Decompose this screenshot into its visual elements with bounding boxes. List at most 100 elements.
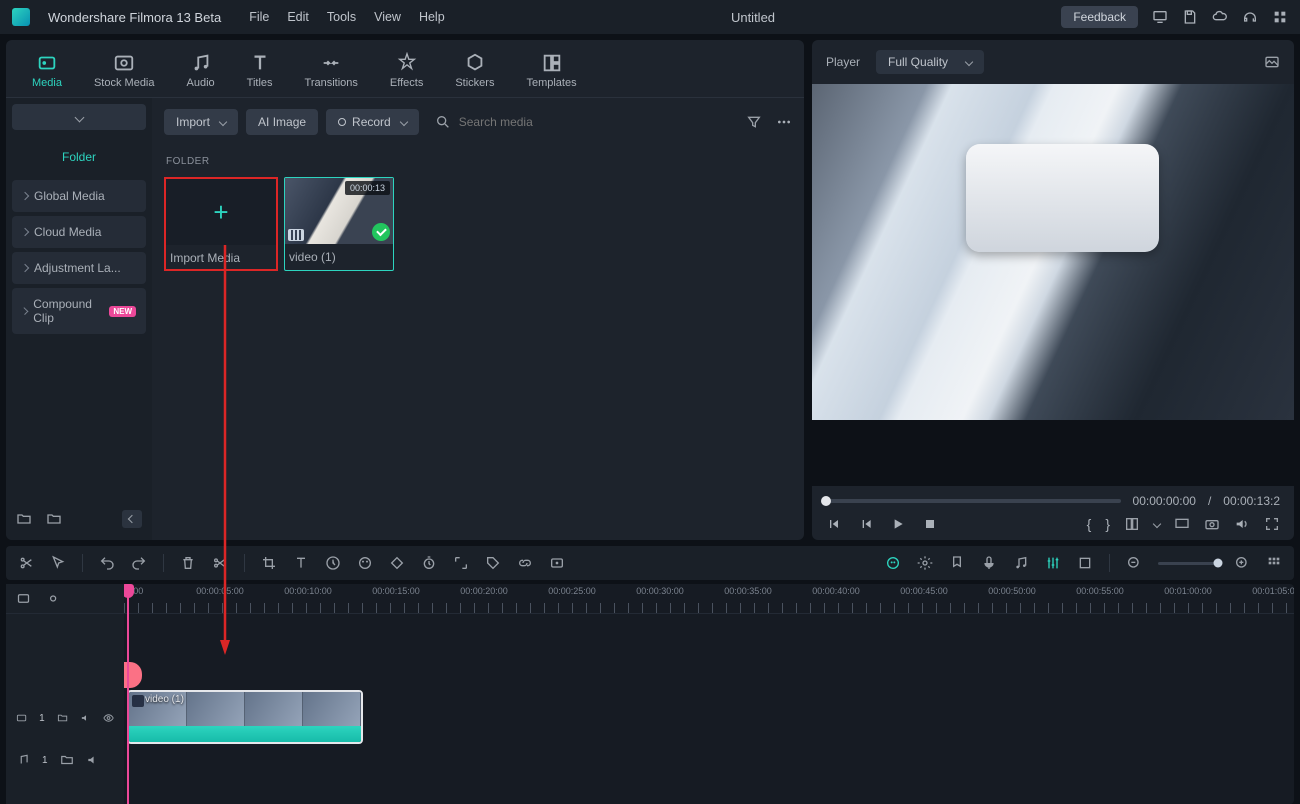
split-icon[interactable] [212, 555, 228, 571]
folder-track-icon[interactable] [60, 753, 74, 767]
stop-icon[interactable] [922, 516, 938, 532]
mixer-icon[interactable] [1045, 555, 1061, 571]
tab-audio[interactable]: Audio [175, 48, 227, 97]
eye-track-icon[interactable] [103, 711, 114, 725]
music-note-icon[interactable] [1013, 555, 1029, 571]
search-input[interactable] [459, 115, 619, 129]
collapse-sidebar-icon[interactable] [122, 510, 142, 528]
video-thumbnail-tile[interactable]: 00:00:13 video (1) [284, 177, 394, 271]
tab-transitions[interactable]: Transitions [293, 48, 370, 97]
new-badge: NEW [109, 306, 136, 317]
menu-file[interactable]: File [249, 10, 269, 24]
tab-templates[interactable]: Templates [514, 48, 588, 97]
tab-effects[interactable]: Effects [378, 48, 435, 97]
save-icon[interactable] [1182, 9, 1198, 25]
sidebar-folder-title[interactable]: Folder [12, 140, 146, 176]
mute-track-icon[interactable] [86, 753, 100, 767]
mic-icon[interactable] [981, 555, 997, 571]
timeline: 1 1 00:0000:00:05:0000:00:10:0000:00:15:… [6, 584, 1294, 804]
camera-icon[interactable] [1204, 516, 1220, 532]
display-icon[interactable] [1174, 516, 1190, 532]
gear-icon[interactable] [917, 555, 933, 571]
duration-icon[interactable] [421, 555, 437, 571]
cloud-icon[interactable] [1212, 9, 1228, 25]
fullscreen-icon[interactable] [1264, 516, 1280, 532]
step-back-icon[interactable] [858, 516, 874, 532]
zoom-out-icon[interactable] [1126, 555, 1142, 571]
video-track-icon [16, 711, 27, 725]
menu-tools[interactable]: Tools [327, 10, 356, 24]
sidebar-item-adjustment-layer[interactable]: Adjustment La... [12, 252, 146, 284]
speed-icon[interactable] [325, 555, 341, 571]
tab-stickers[interactable]: Stickers [443, 48, 506, 97]
sidebar-item-global-media[interactable]: Global Media [12, 180, 146, 212]
expand-icon[interactable] [453, 555, 469, 571]
mark-out-icon[interactable]: } [1105, 516, 1110, 532]
timeline-clip[interactable]: video (1) [127, 690, 363, 744]
tab-stock-media[interactable]: Stock Media [82, 48, 167, 97]
tab-titles[interactable]: Titles [235, 48, 285, 97]
menu-view[interactable]: View [374, 10, 401, 24]
plus-icon: + [213, 197, 228, 228]
text-icon[interactable] [293, 555, 309, 571]
folder-track-icon[interactable] [57, 711, 68, 725]
render-icon[interactable] [549, 555, 565, 571]
ai-image-button[interactable]: AI Image [246, 109, 318, 135]
folder-icon[interactable] [46, 511, 62, 527]
layout-icon[interactable] [1124, 516, 1140, 532]
frame-icon[interactable] [1077, 555, 1093, 571]
crop-icon[interactable] [261, 555, 277, 571]
menu-help[interactable]: Help [419, 10, 445, 24]
volume-icon[interactable] [1234, 516, 1250, 532]
sidebar-item-cloud-media[interactable]: Cloud Media [12, 216, 146, 248]
sidebar-item-compound-clip[interactable]: Compound ClipNEW [12, 288, 146, 334]
lock-track-icon[interactable] [16, 591, 31, 606]
import-button[interactable]: Import [164, 109, 238, 135]
audio-track-icon [16, 753, 30, 767]
headphones-icon[interactable] [1242, 9, 1258, 25]
duration-badge: 00:00:13 [345, 181, 390, 195]
tab-media[interactable]: Media [20, 48, 74, 97]
link-icon[interactable] [517, 555, 533, 571]
more-icon[interactable] [776, 114, 792, 130]
zoom-in-icon[interactable] [1234, 555, 1250, 571]
snapshot-icon[interactable] [1264, 54, 1280, 70]
color-icon[interactable] [357, 555, 373, 571]
quality-dropdown[interactable]: Full Quality [876, 50, 984, 74]
feedback-button[interactable]: Feedback [1061, 6, 1138, 28]
apps-grid-icon[interactable] [1272, 9, 1288, 25]
scissors-icon[interactable] [18, 555, 34, 571]
link-track-icon[interactable] [45, 591, 60, 606]
prev-frame-icon[interactable] [826, 516, 842, 532]
filter-icon[interactable] [746, 114, 762, 130]
mark-in-icon[interactable]: { [1087, 516, 1092, 532]
redo-icon[interactable] [131, 555, 147, 571]
chevron-down-icon[interactable] [1153, 520, 1161, 528]
tag-icon[interactable] [485, 555, 501, 571]
mute-track-icon[interactable] [80, 711, 91, 725]
video-preview[interactable] [812, 84, 1294, 420]
marker-icon[interactable] [949, 555, 965, 571]
video-track-header[interactable]: 1 [6, 690, 124, 746]
menu-edit[interactable]: Edit [287, 10, 309, 24]
delete-icon[interactable] [180, 555, 196, 571]
audio-track-header[interactable]: 1 [6, 746, 124, 774]
timeline-ruler[interactable]: 00:0000:00:05:0000:00:10:0000:00:15:0000… [124, 584, 1294, 614]
cursor-icon[interactable] [50, 555, 66, 571]
import-media-tile[interactable]: + Import Media [164, 177, 278, 271]
keyframe-icon[interactable] [389, 555, 405, 571]
used-check-icon [372, 223, 390, 241]
playhead[interactable] [127, 584, 129, 804]
record-button[interactable]: Record [326, 109, 419, 135]
ai-assist-icon[interactable] [885, 555, 901, 571]
sidebar-dropdown[interactable] [12, 104, 146, 130]
seek-slider[interactable] [826, 499, 1121, 503]
monitor-icon[interactable] [1152, 9, 1168, 25]
media-panel: Media Stock Media Audio Titles Transitio… [6, 40, 804, 540]
grid-view-icon[interactable] [1266, 555, 1282, 571]
play-icon[interactable] [890, 516, 906, 532]
undo-icon[interactable] [99, 555, 115, 571]
zoom-slider[interactable] [1158, 562, 1218, 565]
new-folder-icon[interactable] [16, 511, 32, 527]
clip-label: video (1) [145, 694, 184, 705]
